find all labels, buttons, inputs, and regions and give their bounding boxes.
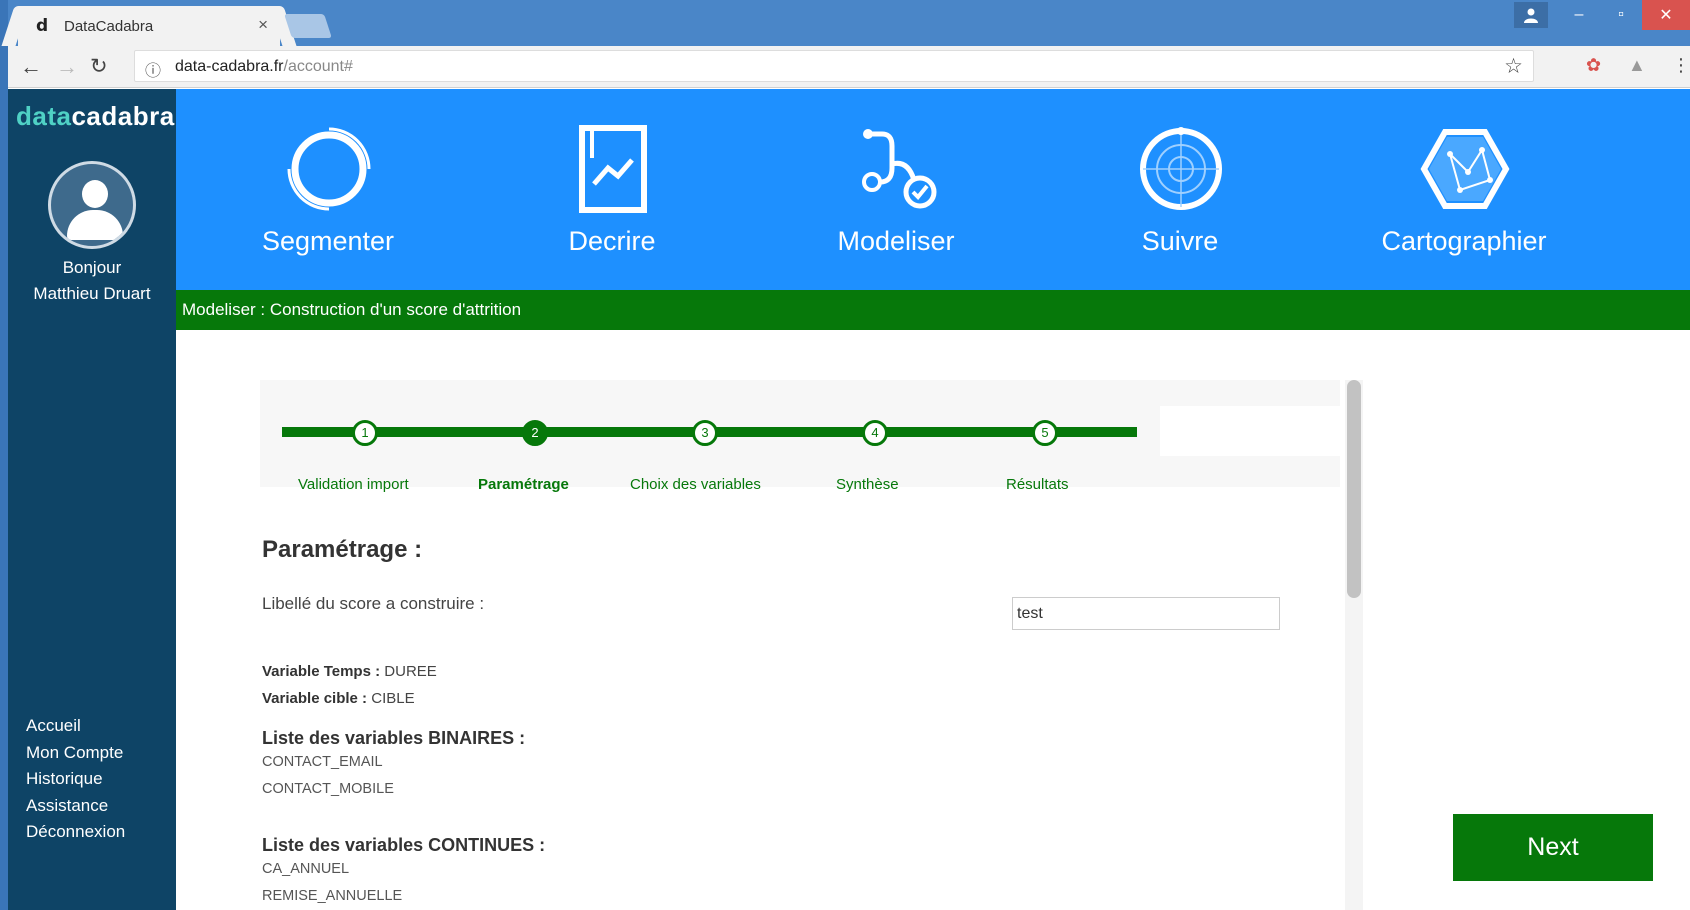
new-tab-button[interactable]	[284, 14, 332, 38]
time-variable: Variable Temps : DUREE	[262, 663, 437, 680]
window-close-button[interactable]: ✕	[1642, 0, 1690, 30]
list-item: CONTACT_EMAIL	[262, 754, 383, 770]
target-variable-label: Variable cible :	[262, 690, 368, 707]
omnibar: ← → ↻ ⓘ data-cadabra.fr/account# ☆ ✿ ▲ ⋮	[8, 46, 1690, 88]
sidebar: datacadabra Bonjour Matthieu Druart Accu…	[8, 89, 176, 910]
stepper: 1 2 3 4 5 Validation import Paramétrage …	[260, 380, 1340, 493]
module-label: Cartographier	[1381, 226, 1547, 256]
favicon-icon: d	[36, 16, 49, 36]
step-3-dot[interactable]: 3	[692, 420, 718, 446]
url-text: data-cadabra.fr/account#	[175, 58, 353, 76]
radar-icon	[1140, 127, 1222, 210]
browser-tab-bar: d DataCadabra × – ▫ ✕	[0, 0, 1690, 910]
profile-icon[interactable]: ▲	[1628, 55, 1646, 76]
module-label: Modeliser	[837, 226, 955, 256]
list-item: CONTACT_MOBILE	[262, 781, 394, 797]
url-host: data-cadabra.fr	[175, 58, 284, 75]
score-label: Libellé du score a construire :	[262, 594, 485, 613]
target-variable-value: CIBLE	[371, 690, 415, 707]
star-icon[interactable]: ☆	[1504, 54, 1523, 79]
url-path: /account#	[283, 58, 353, 75]
maximize-button[interactable]: ▫	[1600, 0, 1642, 30]
breadcrumb: Modeliser : Construction d'un score d'at…	[176, 290, 1690, 330]
continuous-vars-heading: Liste des variables CONTINUES :	[262, 835, 546, 855]
list-item: CA_ANNUEL	[262, 861, 350, 877]
browser-tab[interactable]: d DataCadabra ×	[18, 6, 280, 46]
avatar-body	[67, 210, 123, 240]
greeting-text: Bonjour	[62, 258, 122, 277]
step-3-label[interactable]: Choix des variables	[630, 476, 761, 493]
panel-scrollbar[interactable]	[1345, 380, 1363, 910]
step-1-label[interactable]: Validation import	[298, 476, 409, 493]
tab-title: DataCadabra	[64, 18, 154, 35]
module-decrire[interactable]: Decrire	[492, 89, 732, 290]
stethoscope-icon	[862, 129, 937, 209]
main-panel: 1 2 3 4 5 Validation import Paramétrage …	[260, 380, 1360, 910]
forward-arrow-icon[interactable]: →	[56, 54, 78, 80]
score-name-input[interactable]	[1012, 597, 1280, 630]
module-modeliser[interactable]: Modeliser	[776, 89, 1016, 290]
avatar-head	[82, 180, 108, 208]
step-4-dot[interactable]: 4	[862, 420, 888, 446]
binary-vars-heading: Liste des variables BINAIRES :	[262, 728, 526, 748]
sidebar-link-mon-compte[interactable]: Mon Compte	[26, 740, 125, 767]
address-bar[interactable]: ⓘ data-cadabra.fr/account# ☆	[134, 50, 1534, 82]
module-label: Segmenter	[261, 226, 395, 256]
section-heading: Paramétrage :	[262, 536, 423, 563]
user-name: Matthieu Druart	[33, 284, 151, 303]
sidebar-links: Accueil Mon Compte Historique Assistance…	[26, 713, 125, 846]
time-variable-label: Variable Temps :	[262, 663, 381, 680]
window-edge	[0, 0, 8, 910]
hexagon-map-icon	[1420, 129, 1510, 209]
sidebar-link-accueil[interactable]: Accueil	[26, 713, 125, 740]
logo-part-cadabra: cadabra	[71, 101, 175, 131]
segment-ring-icon	[287, 127, 371, 211]
sidebar-link-deconnexion[interactable]: Déconnexion	[26, 819, 125, 846]
extension-icon[interactable]: ✿	[1586, 55, 1601, 76]
target-variable: Variable cible : CIBLE	[262, 690, 415, 707]
module-nav: Segmenter Decrire Modeliser Suivre Carto…	[176, 89, 1690, 290]
sidebar-link-historique[interactable]: Historique	[26, 766, 125, 793]
step-5-dot[interactable]: 5	[1032, 420, 1058, 446]
time-variable-value: DUREE	[384, 663, 437, 680]
list-item: REMISE_ANNUELLE	[262, 888, 403, 904]
step-2-label[interactable]: Paramétrage	[478, 476, 569, 493]
tab-close-icon[interactable]: ×	[258, 15, 268, 35]
module-cartographier[interactable]: Cartographier	[1344, 89, 1584, 290]
back-arrow-icon[interactable]: ←	[20, 54, 42, 80]
logo-part-data: data	[16, 101, 72, 131]
profile-icon[interactable]	[1514, 2, 1548, 28]
window-controls: – ▫ ✕	[1514, 0, 1690, 30]
step-5-label[interactable]: Résultats	[1006, 476, 1069, 493]
avatar[interactable]	[48, 161, 136, 249]
menu-icon[interactable]: ⋮	[1672, 55, 1690, 76]
module-label: Decrire	[568, 226, 656, 256]
scrollbar-thumb[interactable]	[1347, 380, 1361, 598]
trend-document-icon	[579, 125, 647, 213]
stepper-spacer	[1160, 406, 1340, 456]
step-4-label[interactable]: Synthèse	[836, 476, 899, 493]
module-segmenter[interactable]: Segmenter	[208, 89, 448, 290]
step-1-dot[interactable]: 1	[352, 420, 378, 446]
module-suivre[interactable]: Suivre	[1060, 89, 1300, 290]
step-2-dot[interactable]: 2	[522, 420, 548, 446]
sidebar-link-assistance[interactable]: Assistance	[26, 793, 125, 820]
app-logo[interactable]: datacadabra	[16, 101, 175, 132]
info-icon[interactable]: ⓘ	[145, 57, 161, 81]
next-button[interactable]: Next	[1453, 814, 1653, 881]
module-label: Suivre	[1141, 226, 1219, 256]
reload-icon[interactable]: ↻	[90, 54, 108, 79]
minimize-button[interactable]: –	[1558, 0, 1600, 30]
user-greeting: Bonjour Matthieu Druart	[8, 255, 176, 307]
